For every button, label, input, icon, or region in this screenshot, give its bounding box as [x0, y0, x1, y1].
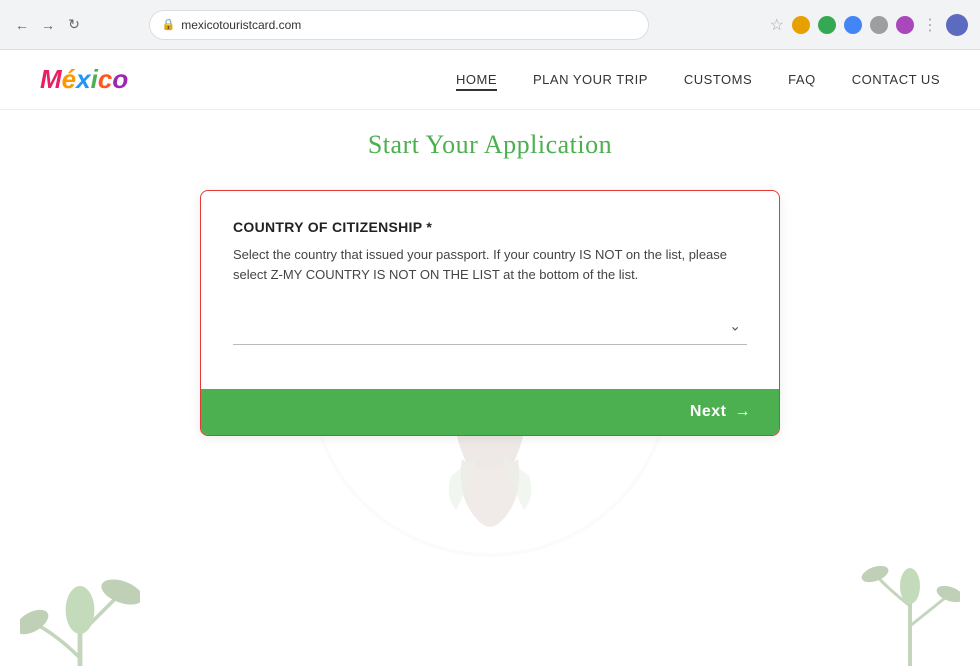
- plant-left-decoration: [20, 466, 140, 666]
- nav-links: HOME PLAN YOUR TRIP CUSTOMS FAQ CONTACT …: [456, 71, 940, 89]
- browser-chrome: ← → ↻ 🔒 mexicotouristcard.com ☆ ⋮: [0, 0, 980, 50]
- browser-nav-buttons[interactable]: ← → ↻: [12, 15, 84, 35]
- lock-icon: 🔒: [162, 18, 176, 31]
- citizenship-field-label: COUNTRY OF CITIZENSHIP *: [233, 219, 747, 235]
- nav-customs[interactable]: CUSTOMS: [684, 72, 752, 87]
- nav-contact-us[interactable]: CONTACT US: [852, 72, 940, 87]
- forward-button[interactable]: →: [38, 15, 58, 35]
- extension-icon-3[interactable]: [844, 16, 862, 34]
- url-text: mexicotouristcard.com: [181, 18, 301, 32]
- application-form-card: COUNTRY OF CITIZENSHIP * Select the coun…: [200, 190, 780, 436]
- logo-letter-c: c: [98, 64, 112, 94]
- logo-letter-m: M: [40, 64, 62, 94]
- extension-icon-1[interactable]: [792, 16, 810, 34]
- website-content: México HOME PLAN YOUR TRIP CUSTOMS FAQ C…: [0, 50, 980, 666]
- logo-letter-x: x: [76, 64, 90, 94]
- star-icon[interactable]: ☆: [770, 15, 784, 35]
- extension-icon-5[interactable]: [896, 16, 914, 34]
- next-button-label: Next: [690, 403, 727, 421]
- browser-toolbar-right: ☆ ⋮: [770, 14, 968, 36]
- nav-plan-your-trip[interactable]: PLAN YOUR TRIP: [533, 72, 648, 87]
- back-button[interactable]: ←: [12, 15, 32, 35]
- nav-home[interactable]: HOME: [456, 72, 497, 91]
- nav-faq[interactable]: FAQ: [788, 72, 816, 87]
- next-arrow-icon: →: [735, 403, 752, 421]
- extension-icon-2[interactable]: [818, 16, 836, 34]
- country-select-wrapper: United States Canada United Kingdom Aust…: [233, 308, 747, 345]
- next-button[interactable]: Next →: [690, 403, 751, 421]
- form-footer: Next →: [201, 389, 779, 435]
- logo-letter-e: é: [62, 64, 76, 94]
- logo[interactable]: México: [40, 64, 128, 95]
- menu-icon[interactable]: ⋮: [922, 15, 938, 35]
- form-body: COUNTRY OF CITIZENSHIP * Select the coun…: [201, 191, 779, 389]
- citizenship-field-description: Select the country that issued your pass…: [233, 245, 747, 284]
- profile-icon[interactable]: [946, 14, 968, 36]
- plant-right-decoration: [860, 486, 960, 666]
- page-title: Start Your Application: [368, 130, 612, 160]
- logo-letter-i: i: [91, 64, 98, 94]
- navbar: México HOME PLAN YOUR TRIP CUSTOMS FAQ C…: [0, 50, 980, 110]
- country-of-citizenship-select[interactable]: United States Canada United Kingdom Aust…: [233, 308, 747, 336]
- logo-letter-o: o: [112, 64, 128, 94]
- extension-icon-4[interactable]: [870, 16, 888, 34]
- address-bar[interactable]: 🔒 mexicotouristcard.com: [149, 10, 649, 40]
- reload-button[interactable]: ↻: [64, 15, 84, 35]
- main-content: Start Your Application COUNTRY OF CITIZE…: [0, 110, 980, 436]
